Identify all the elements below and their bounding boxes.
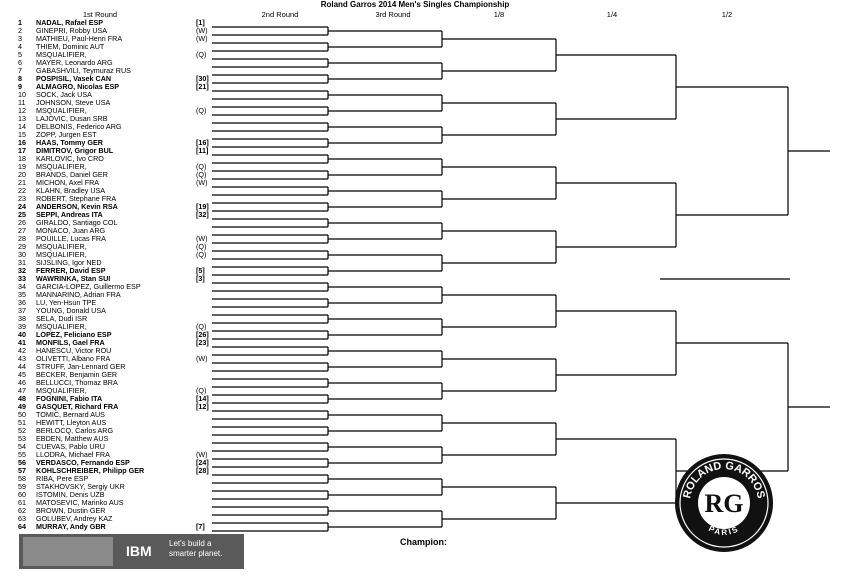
svg-text:RG: RG <box>705 489 744 518</box>
roland-garros-logo: ROLAND GARROS PARIS RG <box>675 454 773 552</box>
banner-slogan: Let's build a smarter planet. <box>169 539 223 558</box>
banner-graphic <box>23 537 113 566</box>
champion-label: Champion: <box>400 537 447 547</box>
ibm-logo: IBM <box>126 543 152 559</box>
sponsor-banner: IBM Let's build a smarter planet. <box>19 534 244 569</box>
